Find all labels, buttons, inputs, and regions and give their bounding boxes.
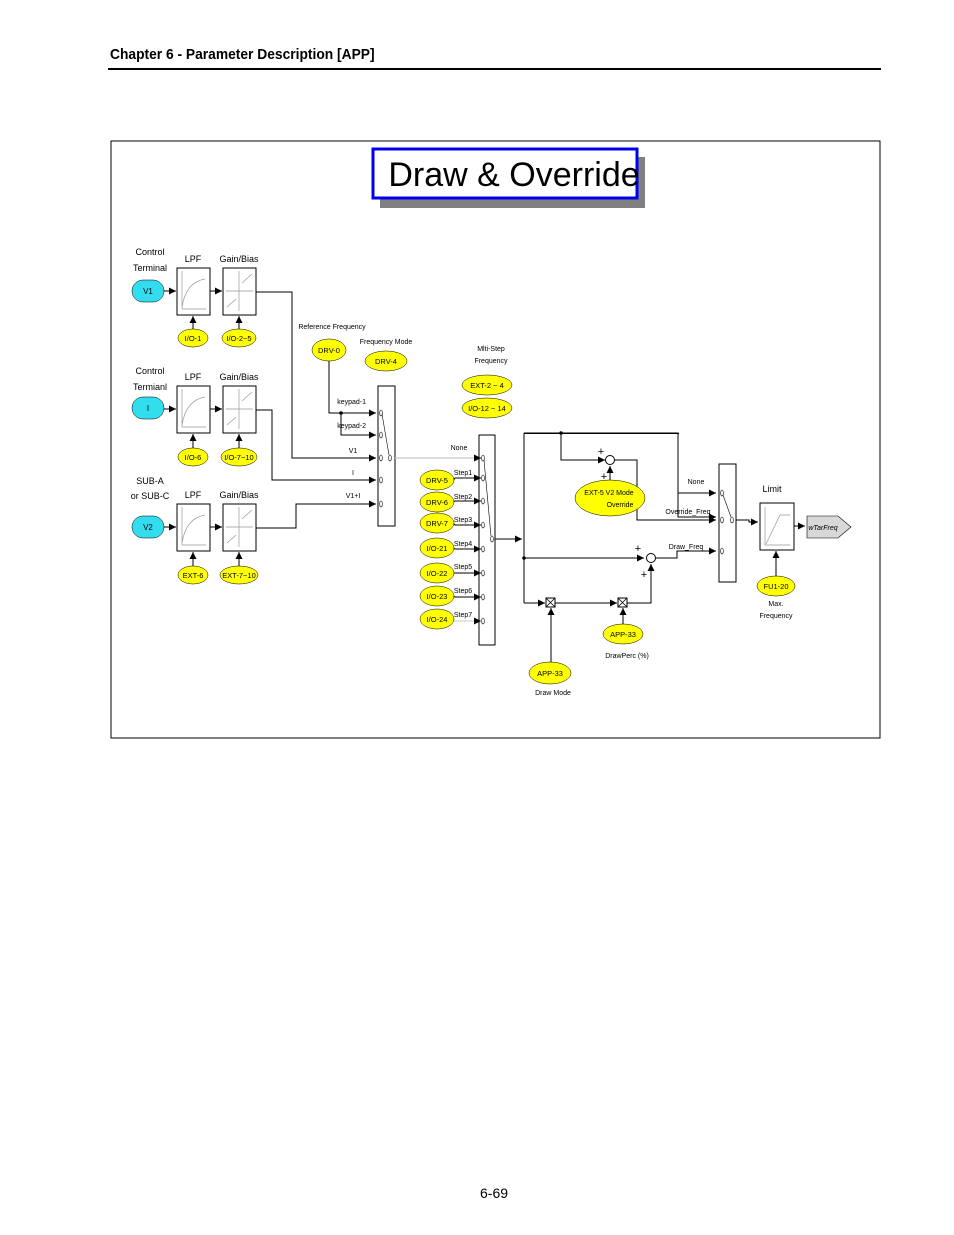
param-label: I/O-21 — [427, 544, 448, 553]
plus-sign: + — [641, 569, 647, 581]
lpf-label: LPF — [185, 490, 202, 500]
draw-mode-label: Draw Mode — [535, 690, 571, 697]
step-input-label: Step4 — [454, 541, 472, 548]
plus-sign: + — [635, 543, 641, 555]
param-label: DRV-0 — [318, 346, 340, 355]
source-label: Terminal — [133, 263, 167, 273]
lpf-label: LPF — [185, 254, 202, 264]
switch-input-label: V1 — [349, 448, 358, 455]
step-input-label: Step7 — [454, 612, 472, 619]
param-label: EXT-7~10 — [222, 571, 256, 580]
param-label: FU1-20 — [763, 582, 788, 591]
step-input-label: Step2 — [454, 494, 472, 501]
wire-v1 — [256, 291, 376, 462]
source-label: or SUB-C — [131, 491, 170, 501]
draw-perc-label: DrawPerc (%) — [605, 653, 649, 660]
lpf-label: LPF — [185, 372, 202, 382]
multistep-label: Mlti-Step — [477, 346, 505, 353]
param-label: I/O-1 — [185, 334, 202, 343]
wire-v1-plus-i — [256, 500, 376, 529]
mode-switch — [377, 385, 396, 527]
step-input-label: Step5 — [454, 564, 472, 571]
param-label: I/O-6 — [185, 453, 202, 462]
terminal-label: V1 — [143, 287, 153, 296]
wire-i — [256, 409, 376, 484]
step-input-label: Step6 — [454, 588, 472, 595]
gain-bias-label: Gain/Bias — [219, 254, 259, 264]
param-label: I/O-22 — [427, 569, 448, 578]
input-chain-i: Control Termianl LPF Gain/Bias I I/O-6 I… — [131, 366, 259, 467]
terminal-label: I — [147, 404, 149, 413]
override-sum-node — [605, 455, 615, 465]
gain-bias-label: Gain/Bias — [219, 490, 259, 500]
step-input-label: Step1 — [454, 470, 472, 477]
param-label: DRV-6 — [426, 498, 448, 507]
multistep-label: Frequency — [474, 358, 508, 365]
max-frequency-label: Frequency — [759, 613, 793, 620]
draw-override-diagram: Draw & Override Control Terminal LPF Gai… — [110, 140, 881, 739]
page-number: 6-69 — [480, 1185, 509, 1201]
wire-draw-freq — [656, 547, 716, 559]
param-label: Override — [607, 502, 634, 509]
source-label: Termianl — [133, 382, 167, 392]
switch-input-label: keypad-2 — [337, 423, 366, 430]
param-label: APP-33 — [610, 630, 636, 639]
limit-label: Limit — [762, 484, 782, 494]
switch-input-label: keypad-1 — [337, 399, 366, 406]
param-label: DRV-4 — [375, 357, 397, 366]
source-label: Control — [135, 366, 164, 376]
param-label: EXT-5 V2 Mode — [584, 490, 634, 497]
step-input-label: Step3 — [454, 517, 472, 524]
param-label: EXT-6 — [183, 571, 204, 580]
source-label: SUB-A — [136, 476, 164, 486]
step-switch — [478, 434, 496, 646]
param-label: I/O-7~10 — [224, 453, 253, 462]
override-param-badge[interactable] — [574, 479, 646, 517]
max-frequency-label: Max. — [768, 601, 783, 608]
diagram-title: Draw & Override — [388, 156, 639, 194]
param-label: I/O-12 ~ 14 — [468, 404, 506, 413]
switch-input-label: V1+I — [346, 493, 361, 500]
output-label: wTarFreq — [808, 525, 837, 532]
final-input-label: Draw_Freq — [669, 544, 704, 551]
param-label: DRV-7 — [426, 519, 448, 528]
param-label: DRV-5 — [426, 476, 448, 485]
final-input-label: None — [688, 479, 705, 486]
frequency-mode-label: Frequency Mode — [360, 339, 413, 346]
param-label: I/O-24 — [427, 615, 448, 624]
param-label: I/O-2~5 — [226, 334, 251, 343]
switch-input-label: I — [352, 470, 354, 477]
step-params: DRV-5 DRV-6 DRV-7 I/O-21 I/O-22 I/O-23 I… — [419, 469, 455, 630]
reference-frequency-label: Reference Frequency — [298, 324, 366, 331]
input-chain-v1: Control Terminal LPF Gain/Bias V1 I/O-1 … — [131, 247, 259, 348]
draw-sum-node — [646, 553, 656, 563]
plus-sign: + — [598, 446, 604, 458]
input-chain-v2: SUB-A or SUB-C LPF Gain/Bias V2 EXT-6 EX… — [131, 476, 259, 585]
source-label: Control — [135, 247, 164, 257]
terminal-label: V2 — [143, 523, 153, 532]
param-label: I/O-23 — [427, 592, 448, 601]
final-input-label: Override_Freq — [665, 509, 710, 516]
gain-bias-label: Gain/Bias — [219, 372, 259, 382]
step-input-label: None — [451, 445, 468, 452]
param-label: EXT-2 ~ 4 — [470, 381, 504, 390]
param-label: APP-33 — [537, 669, 563, 678]
